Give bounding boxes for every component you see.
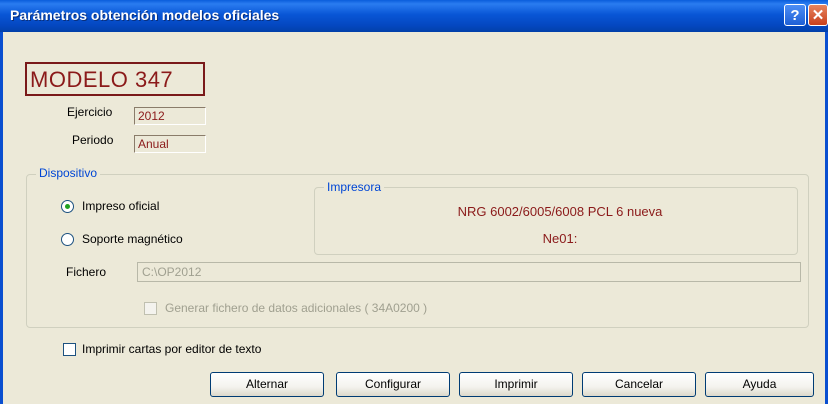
fichero-label: Fichero: [66, 265, 107, 279]
impreso-oficial-radio[interactable]: [61, 200, 74, 213]
imprimir-cartas-label[interactable]: Imprimir cartas por editor de texto: [82, 342, 261, 356]
model-title: MODELO 347: [30, 67, 174, 92]
imprimir-cartas-checkbox[interactable]: [63, 343, 76, 356]
model-title-box: MODELO 347: [25, 62, 205, 96]
ejercicio-value: 2012: [134, 107, 206, 125]
periodo-label: Periodo: [72, 133, 114, 147]
datos-adicionales-label: Generar fichero de datos adicionales ( 3…: [165, 301, 428, 315]
help-icon[interactable]: ?: [784, 4, 806, 26]
ayuda-button[interactable]: Ayuda: [705, 372, 814, 397]
impresora-title: Impresora: [324, 180, 385, 194]
datos-adicionales-checkbox[interactable]: [144, 302, 157, 315]
configurar-button[interactable]: Configurar: [336, 372, 450, 397]
printer-name: NRG 6002/6005/6008 PCL 6 nueva: [457, 204, 663, 219]
imprimir-button[interactable]: Imprimir: [459, 372, 573, 397]
close-icon[interactable]: ✕: [808, 4, 828, 26]
alternar-button[interactable]: Alternar: [210, 372, 324, 397]
printer-port: Ne01:: [542, 231, 578, 246]
soporte-magnetico-label[interactable]: Soporte magnético: [82, 232, 183, 246]
periodo-value: Anual: [134, 135, 206, 153]
soporte-magnetico-radio[interactable]: [61, 233, 74, 246]
title-bar[interactable]: Parámetros obtención modelos oficiales ?…: [0, 0, 828, 32]
radio-selected-dot: [65, 204, 70, 209]
window-border-left: [0, 32, 3, 404]
window-title: Parámetros obtención modelos oficiales: [10, 7, 280, 23]
cancelar-button[interactable]: Cancelar: [582, 372, 696, 397]
dispositivo-title: Dispositivo: [36, 166, 101, 180]
fichero-input[interactable]: C:\OP2012: [137, 262, 801, 282]
ejercicio-label: Ejercicio: [67, 105, 113, 119]
impreso-oficial-label[interactable]: Impreso oficial: [82, 199, 159, 213]
